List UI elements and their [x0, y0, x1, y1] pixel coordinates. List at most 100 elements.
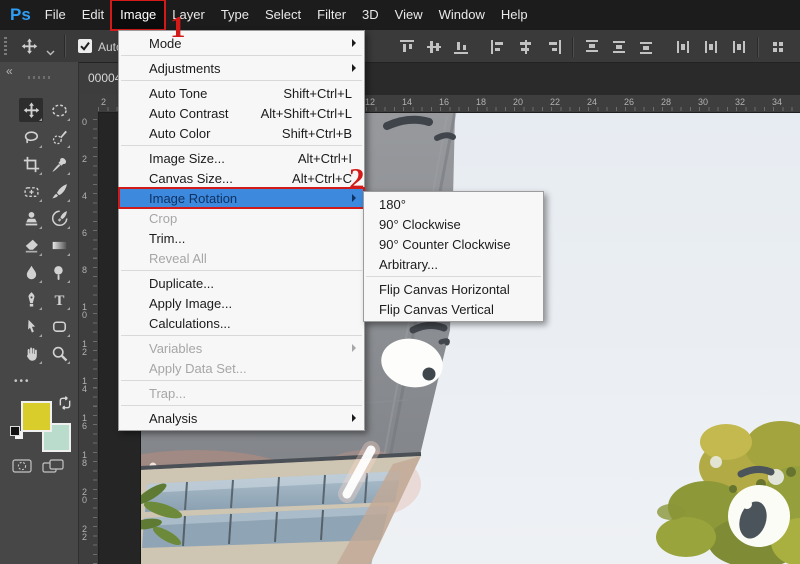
rotation-submenu-item-flip-canvas-vertical[interactable]: Flip Canvas Vertical [364, 299, 543, 319]
rotation-submenu-item-arbitrary[interactable]: Arbitrary... [364, 254, 543, 274]
menubar-item-window[interactable]: Window [431, 1, 493, 29]
rotation-submenu-item-90-counter-clockwise[interactable]: 90° Counter Clockwise [364, 234, 543, 254]
image-menu-item-auto-tone[interactable]: Auto Tone Shift+Ctrl+L [119, 83, 364, 103]
h-ruler-label-24: 24 [587, 97, 598, 107]
elliptical-marquee-tool[interactable] [47, 98, 71, 122]
pen-tool[interactable] [19, 287, 43, 311]
tools-panel-grip [28, 76, 50, 79]
image-menu-separator [121, 145, 362, 146]
dist-hcenter-icon[interactable] [701, 38, 721, 56]
menubar-item-help[interactable]: Help [493, 1, 536, 29]
clone-stamp-tool[interactable] [19, 206, 43, 230]
history-brush-tool[interactable] [47, 206, 71, 230]
v-ruler-label-0: 0 [81, 117, 87, 127]
h-ruler-label-20: 20 [513, 97, 524, 107]
image-menu-item-image-rotation[interactable]: Image Rotation [118, 187, 365, 209]
submenu-arrow-icon [352, 414, 356, 422]
v-ruler-label-18: 18 [81, 450, 87, 468]
menubar-item-3d[interactable]: 3D [354, 1, 387, 29]
quick-selection-tool[interactable] [47, 125, 71, 149]
align-options-icon[interactable] [768, 38, 788, 56]
shape-tool[interactable] [47, 314, 71, 338]
screen-mode-icon[interactable] [42, 458, 66, 479]
menubar-item-image[interactable]: Image [110, 0, 167, 31]
eyedropper-tool[interactable] [47, 152, 71, 176]
image-menu-item-auto-color[interactable]: Auto Color Shift+Ctrl+B [119, 123, 364, 143]
dist-bottom-icon[interactable] [637, 38, 657, 56]
dist-vcenter-icon[interactable] [610, 38, 630, 56]
spot-healing-brush-tool[interactable] [19, 179, 43, 203]
quick-mask-icon[interactable] [12, 458, 32, 479]
rotation-submenu-separator [366, 276, 541, 277]
align-left-icon[interactable] [489, 38, 509, 56]
edit-toolbar-icon[interactable]: ••• [14, 376, 31, 387]
crop-tool[interactable] [19, 152, 43, 176]
h-ruler-label-14: 14 [402, 97, 413, 107]
h-ruler-label-2: 2 [101, 97, 107, 107]
eraser-tool[interactable] [19, 233, 43, 257]
move-tool-icon[interactable] [21, 38, 38, 60]
image-menu-item-mode[interactable]: Mode [119, 33, 364, 53]
type-tool[interactable]: T [47, 287, 71, 311]
zoom-tool[interactable] [47, 341, 71, 365]
image-menu-item-label: Calculations... [149, 315, 231, 331]
brush-tool[interactable] [47, 179, 71, 203]
image-menu-item-label: Trap... [149, 385, 187, 401]
lasso-tool[interactable] [19, 125, 43, 149]
menubar-items: File Edit Image Layer Type Select Filter 3D View… [37, 0, 536, 31]
swap-colors-icon[interactable] [58, 396, 72, 415]
chevron-down-icon[interactable] [46, 43, 55, 61]
rotation-submenu-item-flip-canvas-horizontal[interactable]: Flip Canvas Horizontal [364, 279, 543, 299]
rotation-submenu-item-label: Flip Canvas Vertical [379, 301, 494, 317]
menubar-item-edit[interactable]: Edit [74, 1, 112, 29]
blur-tool[interactable] [19, 260, 43, 284]
image-menu-item-shortcut: Shift+Ctrl+B [281, 125, 352, 141]
dist-left-icon[interactable] [674, 38, 694, 56]
image-menu-item-trim[interactable]: Trim... [119, 228, 364, 248]
image-menu-item-calculations[interactable]: Calculations... [119, 313, 364, 333]
align-bottom-icon[interactable] [452, 38, 472, 56]
menubar-item-file[interactable]: File [37, 1, 74, 29]
hand-tool[interactable] [19, 341, 43, 365]
image-menu-item-apply-image[interactable]: Apply Image... [119, 293, 364, 313]
image-menu-item-canvas-size[interactable]: Canvas Size... Alt+Ctrl+C [119, 168, 364, 188]
image-menu-item-duplicate[interactable]: Duplicate... [119, 273, 364, 293]
image-menu-separator [121, 380, 362, 381]
rotation-submenu-item-label: 90° Counter Clockwise [379, 236, 511, 252]
image-menu-item-crop: Crop [119, 208, 364, 228]
menubar-item-select[interactable]: Select [257, 1, 309, 29]
menubar-item-type[interactable]: Type [213, 1, 257, 29]
image-menu-item-label: Variables [149, 340, 203, 356]
align-right-icon[interactable] [543, 38, 563, 56]
image-menu-separator [121, 270, 362, 271]
rotation-submenu-item-90-clockwise[interactable]: 90° Clockwise [364, 214, 543, 234]
image-menu-item-label: Apply Data Set... [149, 360, 247, 376]
h-ruler-label-18: 18 [476, 97, 487, 107]
path-selection-tool[interactable] [19, 314, 43, 338]
align-top-icon[interactable] [398, 38, 418, 56]
move-tool[interactable] [19, 98, 43, 122]
v-ruler-label-8: 8 [81, 265, 87, 275]
submenu-arrow-icon [352, 64, 356, 72]
collapse-panel-icon[interactable]: « [6, 64, 13, 78]
dodge-tool[interactable] [47, 260, 71, 284]
rotation-submenu-item-180[interactable]: 180° [364, 194, 543, 214]
image-menu-item-auto-contrast[interactable]: Auto Contrast Alt+Shift+Ctrl+L [119, 103, 364, 123]
image-menu-item-adjustments[interactable]: Adjustments [119, 58, 364, 78]
auto-select-checkbox[interactable] [78, 39, 92, 53]
align-hcenter-icon[interactable] [516, 38, 536, 56]
menubar-item-filter[interactable]: Filter [309, 1, 354, 29]
image-menu-separator [121, 80, 362, 81]
tools-panel: « T ••• [0, 62, 79, 564]
dist-top-icon[interactable] [583, 38, 603, 56]
image-menu-item-analysis[interactable]: Analysis [119, 408, 364, 428]
gradient-tool[interactable] [47, 233, 71, 257]
align-vcenter-icon[interactable] [425, 38, 445, 56]
dist-right-icon[interactable] [728, 38, 748, 56]
image-menu-item-image-size[interactable]: Image Size... Alt+Ctrl+I [119, 148, 364, 168]
image-menu-dropdown: Mode Adjustments Auto Tone Shift+Ctrl+L Auto… [118, 30, 365, 431]
foreground-color-swatch[interactable] [21, 401, 52, 432]
h-ruler-label-26: 26 [624, 97, 635, 107]
menubar-item-view[interactable]: View [387, 1, 431, 29]
rotation-submenu-item-label: 180° [379, 196, 406, 212]
